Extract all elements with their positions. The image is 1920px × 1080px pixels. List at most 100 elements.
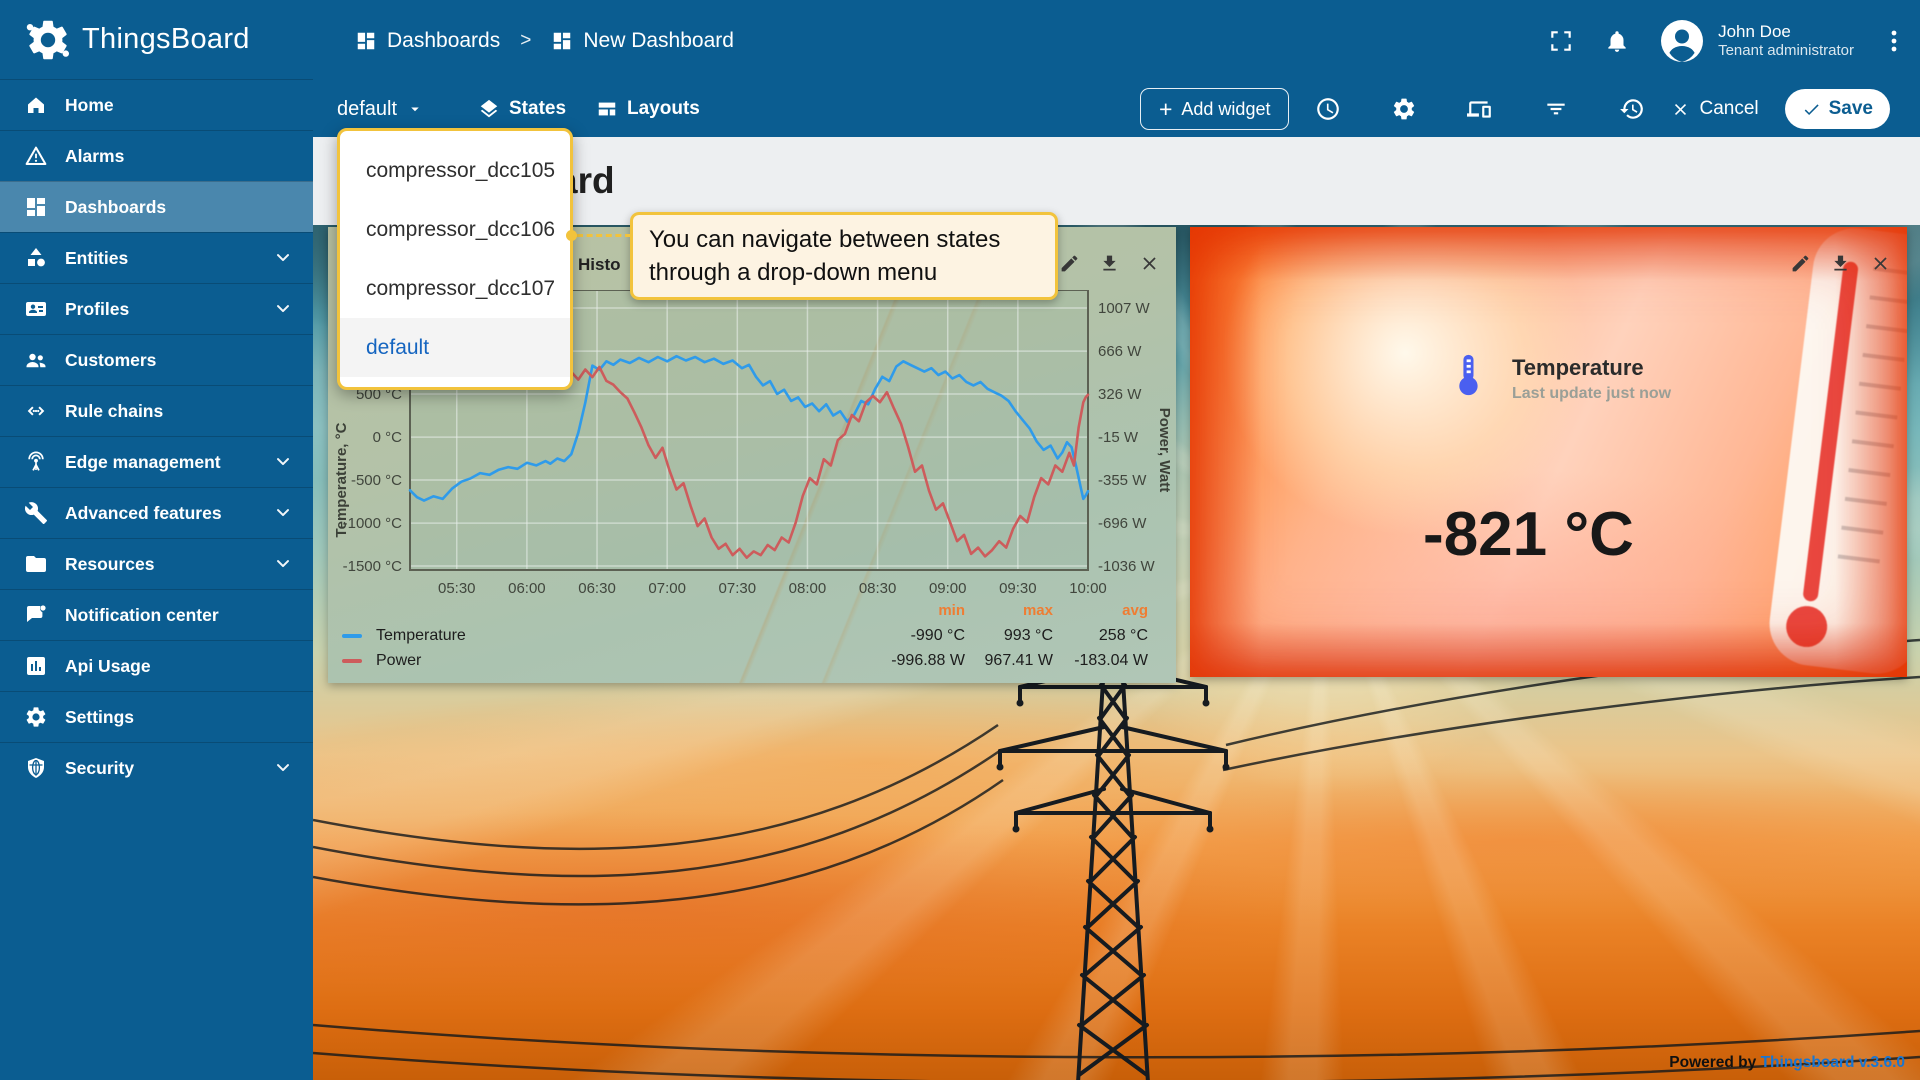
sidebar-item-customers[interactable]: Customers — [0, 334, 313, 385]
svg-text:1007 W: 1007 W — [1098, 300, 1151, 317]
sidebar-item-profiles[interactable]: Profiles — [0, 283, 313, 334]
edge-icon — [24, 450, 48, 474]
svg-text:326 W: 326 W — [1098, 386, 1142, 403]
user-area: John Doe Tenant administrator — [1548, 0, 1904, 81]
state-selector-value: default — [337, 98, 397, 121]
legend-row-temperature: Temperature-990 °C993 °C258 °C — [342, 623, 1148, 648]
sidebar-item-settings[interactable]: Settings — [0, 691, 313, 742]
legend-series-name[interactable]: Power — [376, 652, 546, 670]
sidebar-menu: Home Alarms Dashboards Entities Profiles Cust… — [0, 79, 313, 793]
user-info[interactable]: John Doe Tenant administrator — [1718, 21, 1854, 61]
state-menu-item-default[interactable]: default — [340, 318, 570, 377]
device-layouts-icon[interactable] — [1467, 96, 1493, 122]
download-icon[interactable] — [1099, 253, 1120, 274]
edit-pencil-icon[interactable] — [1059, 253, 1080, 274]
svg-text:08:30: 08:30 — [859, 580, 897, 597]
topbar: Dashboards > New Dashboard John Doe Tena… — [313, 0, 1920, 81]
svg-text:07:00: 07:00 — [648, 580, 686, 597]
svg-text:0 °C: 0 °C — [373, 429, 403, 446]
thermometer-photo — [1765, 227, 1907, 677]
svg-text:-1036 W: -1036 W — [1098, 558, 1156, 575]
widget-actions — [1059, 253, 1160, 274]
user-name: John Doe — [1718, 21, 1854, 42]
sidebar-item-advanced-features[interactable]: Advanced features — [0, 487, 313, 538]
notifications-bell-icon[interactable] — [1604, 28, 1630, 54]
filter-icon[interactable] — [1543, 96, 1569, 122]
sidebar-item-dashboards[interactable]: Dashboards — [0, 181, 313, 232]
close-icon[interactable] — [1870, 253, 1891, 274]
sidebar-item-rule-chains[interactable]: Rule chains — [0, 385, 313, 436]
kebab-menu-icon[interactable] — [1884, 28, 1904, 54]
check-icon — [1802, 100, 1821, 119]
version-history-icon[interactable] — [1619, 96, 1645, 122]
breadcrumb-new-dashboard[interactable]: New Dashboard — [551, 29, 734, 53]
legend-header-max: max — [965, 602, 1053, 619]
widget-actions — [1790, 253, 1891, 274]
sidebar-item-label: Home — [65, 95, 114, 116]
temp-widget-title: Temperature — [1512, 355, 1644, 381]
dashboard-settings-gear-icon[interactable] — [1391, 96, 1417, 122]
api-usage-icon — [24, 654, 48, 678]
sidebar-item-alarms[interactable]: Alarms — [0, 130, 313, 181]
add-widget-button[interactable]: + Add widget — [1140, 88, 1290, 130]
state-menu-item-compressor_dcc105[interactable]: compressor_dcc105 — [340, 141, 570, 200]
profiles-icon — [24, 297, 48, 321]
sidebar-item-label: Settings — [65, 707, 134, 728]
legend-header-min: min — [870, 602, 965, 619]
sidebar-item-label: Resources — [65, 554, 155, 575]
thingsboard-version-link[interactable]: Thingsboard v.3.6.0 — [1761, 1054, 1905, 1071]
notification-icon — [24, 603, 48, 627]
tooltip-connector-dot — [566, 230, 577, 241]
chevron-down-icon — [273, 758, 293, 778]
app-logo[interactable]: ThingsBoard — [0, 0, 313, 79]
save-button[interactable]: Save — [1785, 89, 1890, 129]
fullscreen-icon[interactable] — [1548, 28, 1574, 54]
sidebar-item-api-usage[interactable]: Api Usage — [0, 640, 313, 691]
sidebar-item-edge-management[interactable]: Edge management — [0, 436, 313, 487]
widget-title: Histo — [578, 255, 621, 275]
sidebar-item-notification-center[interactable]: Notification center — [0, 589, 313, 640]
advanced-icon — [24, 501, 48, 525]
legend-header-row: minmaxavg — [342, 598, 1148, 623]
state-menu-item-compressor_dcc106[interactable]: compressor_dcc106 — [340, 200, 570, 259]
sidebar-item-home[interactable]: Home — [0, 79, 313, 130]
temperature-card-widget: Temperature Last update just now -821 °C — [1190, 227, 1907, 677]
layout-icon — [596, 98, 618, 120]
cancel-button[interactable]: Cancel — [1671, 98, 1758, 120]
edit-pencil-icon[interactable] — [1790, 253, 1811, 274]
thingsboard-gear-logo-icon — [24, 16, 72, 64]
svg-text:Temperature, °C: Temperature, °C — [333, 422, 350, 537]
sidebar-item-label: Entities — [65, 248, 128, 269]
legend-series-name[interactable]: Temperature — [376, 627, 546, 645]
layouts-button[interactable]: Layouts — [596, 81, 700, 137]
security-icon — [24, 756, 48, 780]
sidebar-item-security[interactable]: Security — [0, 742, 313, 793]
download-icon[interactable] — [1830, 253, 1851, 274]
svg-text:-15 W: -15 W — [1098, 429, 1139, 446]
app-name: ThingsBoard — [82, 23, 250, 56]
legend-row-power: Power-996.88 W967.41 W-183.04 W — [342, 648, 1148, 673]
legend-avg: 258 °C — [1053, 627, 1148, 645]
sidebar-item-resources[interactable]: Resources — [0, 538, 313, 589]
chevron-down-icon — [273, 452, 293, 472]
sidebar-item-label: Alarms — [65, 146, 124, 167]
chevron-down-icon — [273, 503, 293, 523]
sidebar-item-entities[interactable]: Entities — [0, 232, 313, 283]
user-avatar[interactable] — [1660, 19, 1704, 63]
sidebar-item-label: Customers — [65, 350, 156, 371]
close-icon[interactable] — [1139, 253, 1160, 274]
chevron-down-icon — [273, 554, 293, 574]
rule-chains-icon — [24, 399, 48, 423]
breadcrumb-dashboards[interactable]: Dashboards — [355, 29, 500, 53]
svg-text:-355 W: -355 W — [1098, 472, 1147, 489]
sidebar-item-label: Profiles — [65, 299, 129, 320]
entities-icon — [24, 246, 48, 270]
legend-swatch — [342, 634, 362, 638]
customers-icon — [24, 348, 48, 372]
settings-icon — [24, 705, 48, 729]
state-menu-item-compressor_dcc107[interactable]: compressor_dcc107 — [340, 259, 570, 318]
toolbar-right: + Add widget Cancel Save — [1140, 81, 1890, 137]
chevron-down-icon — [273, 299, 293, 319]
legend-min: -990 °C — [870, 627, 965, 645]
time-window-clock-icon[interactable] — [1315, 96, 1341, 122]
